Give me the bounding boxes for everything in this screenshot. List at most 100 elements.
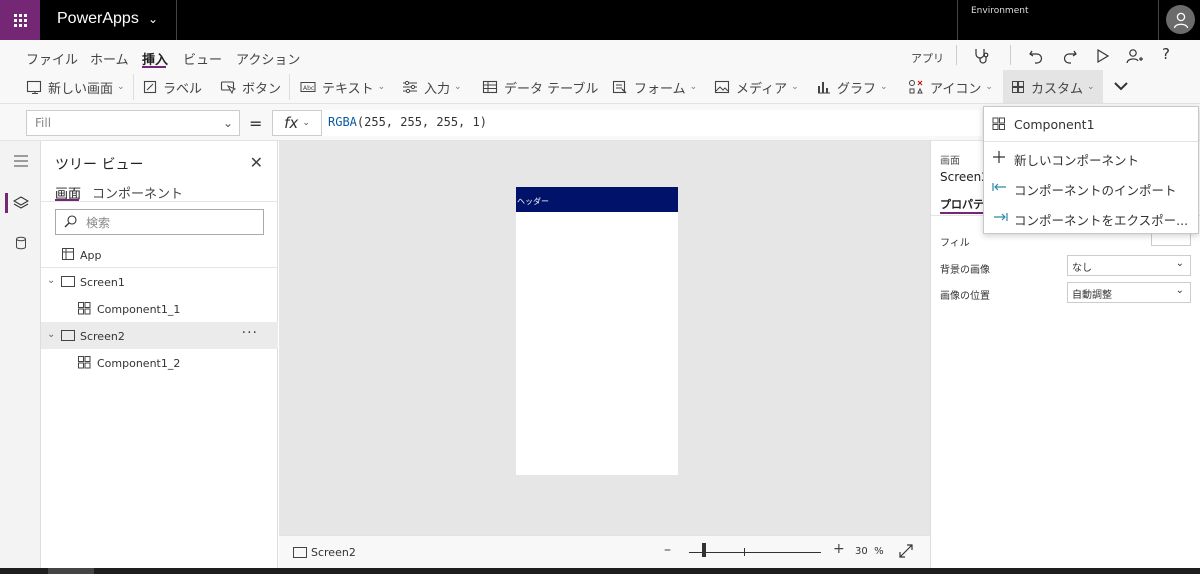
expand-ribbon-button[interactable] xyxy=(1114,70,1128,104)
active-tab-indicator xyxy=(940,212,986,214)
menu-item-new-component[interactable]: 新しいコンポーネント xyxy=(984,142,1198,172)
zoom-out-button[interactable]: – xyxy=(664,542,671,558)
icons-button[interactable]: アイコン ⌄ xyxy=(908,70,993,104)
zoom-value: 30 % xyxy=(855,546,884,557)
avatar[interactable] xyxy=(1166,5,1195,34)
chevron-down-icon[interactable]: ⌄ xyxy=(148,12,158,26)
zoom-slider[interactable] xyxy=(689,552,821,553)
screen-icon xyxy=(61,276,75,287)
node-label: Component1_1 xyxy=(97,303,181,316)
chevron-down-icon xyxy=(1114,80,1128,95)
horizontal-scrollbar[interactable] xyxy=(0,568,1200,574)
image-icon xyxy=(714,80,730,94)
menu-item-import-component[interactable]: コンポーネントのインポート xyxy=(984,172,1198,202)
image-position-label: 画像の位置 xyxy=(940,291,990,302)
menu-home[interactable]: ホーム xyxy=(90,49,129,68)
active-tab-indicator xyxy=(142,66,166,68)
screen-selector[interactable]: Screen2 xyxy=(293,546,356,559)
screen-preview[interactable]: ヘッダー xyxy=(516,187,678,475)
property-value: Fill xyxy=(35,116,52,130)
text-label: テキスト xyxy=(322,81,374,97)
formula-input[interactable]: RGBA(255, 255, 255, 1) xyxy=(322,110,982,136)
database-icon[interactable] xyxy=(0,228,41,258)
menu-item-label: Component1 xyxy=(1014,117,1095,132)
formula-function: RGBA xyxy=(328,115,357,129)
scrollbar-thumb[interactable] xyxy=(48,568,94,574)
tree-node-screen2[interactable]: ⌄ Screen2 ··· xyxy=(41,322,278,349)
close-icon[interactable]: ✕ xyxy=(250,153,263,172)
chevron-down-icon: ⌄ xyxy=(302,118,310,128)
environment-label[interactable]: Environment xyxy=(971,6,1028,16)
search-placeholder: 検索 xyxy=(86,216,111,230)
fx-icon: fx xyxy=(284,114,299,132)
hamburger-icon[interactable] xyxy=(0,146,41,176)
chevron-down-icon: ⌄ xyxy=(1175,258,1184,269)
node-label: Screen1 xyxy=(80,276,125,289)
form-button[interactable]: フォーム ⌄ xyxy=(612,70,697,104)
tree-node-app[interactable]: App xyxy=(41,241,278,268)
left-rail xyxy=(0,141,41,574)
data-table-button[interactable]: データ テーブル xyxy=(482,70,598,104)
divider xyxy=(176,0,177,40)
tree-node-screen1[interactable]: ⌄ Screen1 xyxy=(41,268,278,295)
chart-button[interactable]: グラフ ⌄ xyxy=(817,70,888,104)
new-screen-button[interactable]: 新しい画面 ⌄ xyxy=(26,70,125,104)
chevron-down-icon: ⌄ xyxy=(47,275,56,286)
divider xyxy=(1010,45,1011,65)
function-button[interactable]: fx ⌄ xyxy=(272,110,322,136)
share-user-icon[interactable] xyxy=(1126,48,1144,67)
play-icon[interactable] xyxy=(1096,48,1110,67)
menu-action[interactable]: アクション xyxy=(236,49,300,68)
screen-icon xyxy=(293,547,307,558)
menu-item-label: コンポーネントをエクスポー... xyxy=(1014,213,1189,228)
label-button[interactable]: ラベル xyxy=(143,70,202,104)
text-button[interactable]: Abc テキスト ⌄ xyxy=(300,70,385,104)
custom-button[interactable]: カスタム ⌄ xyxy=(1003,70,1103,104)
search-input[interactable]: 検索 xyxy=(55,209,264,235)
selected-name[interactable]: Screen2 xyxy=(940,170,989,184)
tree-node-component1-1[interactable]: Component1_1 xyxy=(41,295,278,322)
divider xyxy=(1158,0,1159,40)
canvas-area[interactable]: ヘッダー xyxy=(279,141,930,535)
zoom-slider-thumb[interactable] xyxy=(702,543,706,557)
fit-to-window-icon[interactable] xyxy=(899,544,913,561)
divider xyxy=(133,74,134,100)
app-launcher-button[interactable] xyxy=(0,0,40,40)
plus-icon xyxy=(992,150,1006,164)
zoom-tick xyxy=(744,548,745,556)
media-label: メディア xyxy=(736,81,788,97)
component-icon xyxy=(78,356,91,369)
property-dropdown[interactable]: Fill ⌄ xyxy=(26,110,240,136)
menu-item-component1[interactable]: Component1 xyxy=(984,109,1198,139)
redo-icon[interactable] xyxy=(1062,48,1078,67)
zoom-in-button[interactable]: + xyxy=(833,541,845,557)
divider xyxy=(41,201,278,202)
app-checker-label[interactable]: アプリ xyxy=(911,50,944,66)
app-icon xyxy=(61,247,75,261)
image-position-dropdown[interactable]: 自動調整 ⌄ xyxy=(1067,282,1191,303)
menu-item-export-component[interactable]: コンポーネントをエクスポー... xyxy=(984,202,1198,232)
background-image-dropdown[interactable]: なし ⌄ xyxy=(1067,255,1191,276)
chevron-down-icon: ⌄ xyxy=(222,116,233,130)
chevron-down-icon: ⌄ xyxy=(1175,285,1184,296)
custom-dropdown-menu: Component1 新しいコンポーネント コンポーネントのインポート コンポー… xyxy=(983,106,1199,234)
status-screen-label: Screen2 xyxy=(311,546,356,559)
help-icon[interactable]: ? xyxy=(1162,45,1170,63)
media-button[interactable]: メディア ⌄ xyxy=(714,70,799,104)
tab-components[interactable]: コンポーネント xyxy=(92,183,183,202)
more-icon[interactable]: ··· xyxy=(242,325,258,341)
input-button[interactable]: 入力 ⌄ xyxy=(402,70,462,104)
selected-type: 画面 xyxy=(940,156,960,167)
screen-header[interactable]: ヘッダー xyxy=(516,187,678,212)
undo-icon[interactable] xyxy=(1028,48,1044,67)
app-title[interactable]: PowerApps xyxy=(57,10,139,28)
menu-view[interactable]: ビュー xyxy=(183,49,222,68)
form-icon xyxy=(612,80,628,94)
stethoscope-icon[interactable] xyxy=(973,48,991,67)
menu-file[interactable]: ファイル xyxy=(26,49,78,68)
background-image-value: なし xyxy=(1072,263,1092,274)
label-label: ラベル xyxy=(163,81,203,97)
layers-icon[interactable] xyxy=(0,188,41,218)
button-button[interactable]: ボタン xyxy=(220,70,281,104)
tree-node-component1-2[interactable]: Component1_2 xyxy=(41,349,278,376)
